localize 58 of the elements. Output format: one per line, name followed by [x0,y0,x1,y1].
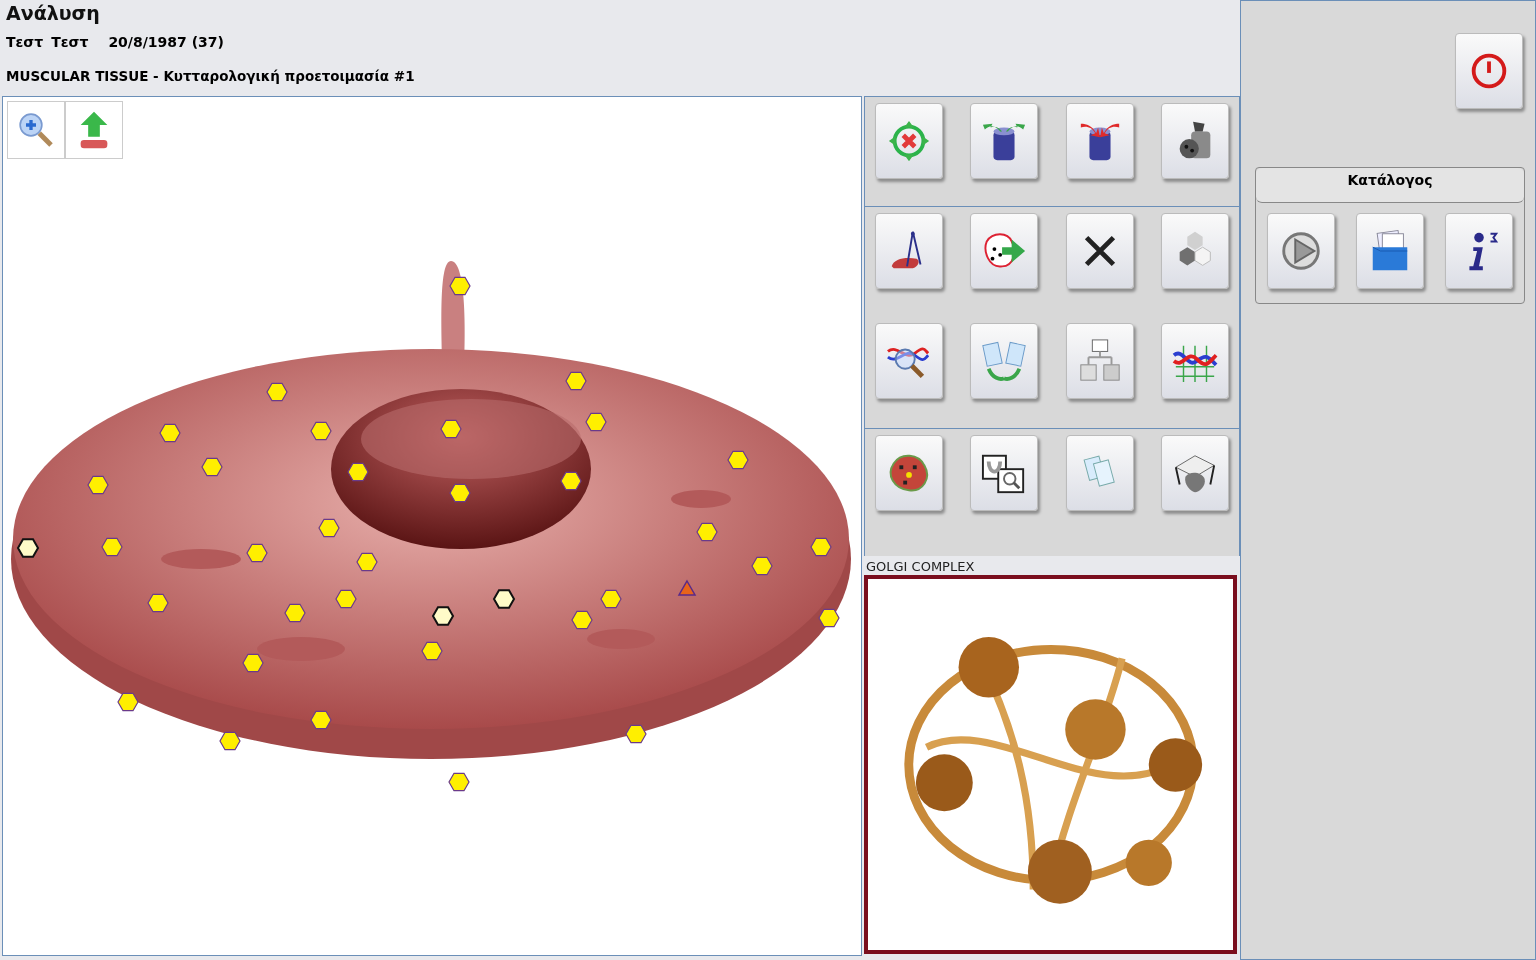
hexagon-marker[interactable] [449,483,471,503]
hexagon-marker[interactable] [266,382,288,402]
hexagon-marker[interactable] [810,537,832,557]
hexagon-marker[interactable] [318,518,340,538]
hexagon-marker[interactable] [310,710,332,730]
tool-button[interactable] [970,435,1039,511]
hexagon-marker[interactable] [449,276,471,296]
power-button[interactable] [1455,33,1523,109]
hexagon-marker[interactable] [560,471,582,491]
hexagon-marker[interactable] [571,610,593,630]
hexagon-marker[interactable] [147,593,169,613]
hexagon-marker[interactable] [284,603,306,623]
hexagon-marker[interactable] [625,724,647,744]
organelle [671,490,731,508]
tool-button[interactable] [875,213,943,289]
tool-button[interactable] [1161,103,1229,179]
hexagon-marker[interactable] [492,589,516,609]
hexagon-marker[interactable] [347,462,369,482]
hexagon-marker[interactable] [16,538,40,558]
zoom-in-button[interactable] [7,101,65,159]
hexagon-marker[interactable] [356,552,378,572]
patient-last-name: Τεστ [51,34,89,50]
page-title: Ανάλυση [6,2,101,24]
hexagon-marker[interactable] [219,731,241,751]
hexagon-marker[interactable] [87,475,109,495]
hexagon-marker[interactable] [246,543,268,563]
info-button[interactable] [1445,213,1514,289]
hexagon-marker[interactable] [585,412,607,432]
patient-first-name: Τεστ [6,34,44,50]
hexagon-marker[interactable] [421,641,443,661]
tool-button[interactable] [970,103,1039,179]
hexagon-marker[interactable] [727,450,749,470]
hexagon-marker[interactable] [117,692,139,712]
catalog-title: Κατάλογος [1256,168,1524,203]
hexagon-marker[interactable] [751,556,773,576]
upload-button[interactable] [65,101,123,159]
organelle [587,629,655,649]
hexagon-marker[interactable] [600,589,622,609]
hexagon-marker[interactable] [310,421,332,441]
birth-date: 20/8/1987 (37) [108,34,224,50]
hexagon-marker[interactable] [335,589,357,609]
hexagon-marker[interactable] [448,772,470,792]
play-button[interactable] [1266,213,1335,289]
hexagon-marker[interactable] [101,537,123,557]
hexagon-marker[interactable] [440,419,462,439]
hexagon-marker[interactable] [159,423,181,443]
section-title: MUSCULAR TISSUE - Κυτταρολογική προετοιμασία #1 [6,68,416,84]
hexagon-marker[interactable] [696,522,718,542]
tool-button[interactable] [1161,323,1229,399]
hexagon-marker[interactable] [565,371,587,391]
tool-button[interactable] [1065,103,1134,179]
file-box-button[interactable] [1356,213,1424,289]
hexagon-marker[interactable] [201,457,223,477]
hexagon-marker[interactable] [242,653,264,673]
tool-button[interactable] [1065,213,1134,289]
triangle-marker[interactable] [677,579,697,596]
hexagon-marker[interactable] [431,606,455,626]
hexagon-marker[interactable] [818,608,840,628]
